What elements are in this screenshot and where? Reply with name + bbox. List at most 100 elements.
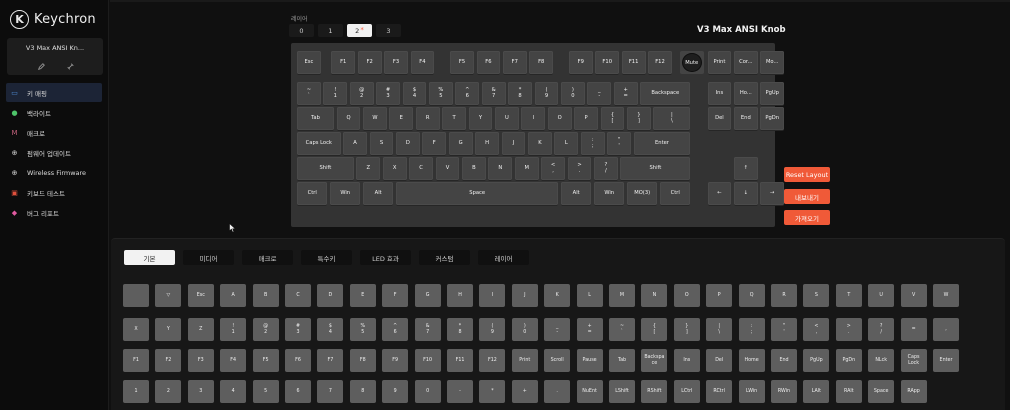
keycode-2-10[interactable]: F11 xyxy=(447,349,473,372)
key-1-1-sym[interactable]: ! 1 xyxy=(323,82,348,105)
keycode-1-18[interactable]: | \ xyxy=(706,318,733,341)
sidebar-item-4[interactable]: ⊕ Wireless Firmware xyxy=(6,163,102,182)
key-2-13-sym[interactable]: | \ xyxy=(653,107,691,130)
key-1-7-sym[interactable]: & 7 xyxy=(481,82,506,105)
keycode-3-12[interactable]: + xyxy=(511,380,538,403)
keycode-0-14[interactable]: L xyxy=(576,284,603,307)
keycode-0-12[interactable]: J xyxy=(511,284,538,307)
keycode-1-10[interactable]: * 8 xyxy=(447,318,473,341)
key-5-3-space[interactable]: Space xyxy=(396,182,559,205)
key-1-13-backspace[interactable]: Backspace xyxy=(640,82,691,105)
keycode-0-18[interactable]: P xyxy=(706,284,733,307)
keycode-0-23[interactable]: U xyxy=(868,284,895,307)
keycode-1-5[interactable]: #3 xyxy=(285,318,311,341)
key-3-8-k[interactable]: K xyxy=(528,132,552,155)
key-2-7-u[interactable]: U xyxy=(495,107,519,130)
key-0-11-f11[interactable]: F11 xyxy=(621,51,646,74)
keycode-2-22[interactable]: PgDn xyxy=(835,349,862,372)
keycode-2-2[interactable]: F3 xyxy=(187,349,214,372)
key-nav-del[interactable]: Del xyxy=(707,107,732,130)
key-2-9-o[interactable]: O xyxy=(547,107,572,130)
key-0-1-f1[interactable]: F1 xyxy=(331,51,356,74)
key-0-5-f5[interactable]: F5 xyxy=(450,51,474,74)
mute-knob[interactable]: Mute xyxy=(679,51,704,74)
keycode-3-22[interactable]: RAlt xyxy=(835,380,862,403)
key-0-2-f2[interactable]: F2 xyxy=(357,51,382,74)
key-5-0-ctrl[interactable]: Ctrl xyxy=(297,182,328,205)
key-1-4-sym[interactable]: $4 xyxy=(402,82,427,105)
key-4-10-sym[interactable]: ? / xyxy=(594,157,618,180)
keycode-0-19[interactable]: Q xyxy=(738,284,765,307)
key-0-0-esc[interactable]: Esc xyxy=(297,51,321,74)
keycode-3-2[interactable]: 3 xyxy=(187,380,214,403)
keycode-3-4[interactable]: 5 xyxy=(252,380,279,403)
keycode-1-3[interactable]: ! 1 xyxy=(220,318,247,341)
key-4-2-x[interactable]: X xyxy=(382,157,407,180)
keycode-2-0[interactable]: F1 xyxy=(123,349,149,372)
keycode-0-9[interactable]: G xyxy=(414,284,441,307)
key-5-5-win[interactable]: Win xyxy=(594,182,625,205)
keycode-3-14[interactable]: NuEnt xyxy=(576,380,603,403)
key-3-10-sym[interactable]: :; xyxy=(580,132,605,155)
keycode-3-7[interactable]: 8 xyxy=(349,380,376,403)
category-tab-3[interactable]: 특수키 xyxy=(301,250,352,265)
key-2-3-e[interactable]: E xyxy=(389,107,414,130)
sidebar-item-0[interactable]: ▭ 키 매핑 xyxy=(6,83,102,102)
key-2-11-sym[interactable]: {[ xyxy=(600,107,625,130)
sidebar-item-6[interactable]: ◆ 버그 리포트 xyxy=(6,203,102,222)
layer-tab-3[interactable]: 3 xyxy=(376,24,401,37)
keycode-1-6[interactable]: $4 xyxy=(317,318,344,341)
key-nav-ho[interactable]: Ho... xyxy=(733,82,758,105)
key-0-10-f10[interactable]: F10 xyxy=(595,51,620,74)
key-nav-pgdn[interactable]: PgDn xyxy=(760,107,785,130)
keycode-1-22[interactable]: >. xyxy=(835,318,862,341)
app-logo[interactable]: K Keychron xyxy=(10,9,96,29)
keycode-0-21[interactable]: S xyxy=(803,284,830,307)
key-3-1-a[interactable]: A xyxy=(343,132,367,155)
keycode-3-19[interactable]: LWin xyxy=(738,380,765,403)
key-2-12-sym[interactable]: }] xyxy=(627,107,651,130)
keycode-1-16[interactable]: {[ xyxy=(641,318,668,341)
keycode-0-7[interactable]: E xyxy=(349,284,376,307)
keycode-2-15[interactable]: Tab xyxy=(609,349,635,372)
reset-layout-button[interactable]: Reset Layout xyxy=(784,167,830,182)
category-tab-0[interactable]: 기본 xyxy=(124,250,175,265)
keycode-2-20[interactable]: End xyxy=(771,349,797,372)
keycode-1-2[interactable]: Z xyxy=(187,318,214,341)
keycode-0-0[interactable] xyxy=(123,284,149,307)
keycode-1-8[interactable]: ^ 6 xyxy=(382,318,409,341)
keycode-2-21[interactable]: PgUp xyxy=(803,349,830,372)
key-3-2-s[interactable]: S xyxy=(369,132,394,155)
layer-tab-2[interactable]: 2 * xyxy=(347,24,372,37)
keycode-1-9[interactable]: & 7 xyxy=(414,318,441,341)
category-tab-6[interactable]: 레이어 xyxy=(478,250,529,265)
keycode-0-3[interactable]: A xyxy=(220,284,247,307)
keycode-2-9[interactable]: F10 xyxy=(414,349,441,372)
key-nav-pgup[interactable]: PgUp xyxy=(760,82,785,105)
keycode-2-14[interactable]: Pause xyxy=(576,349,603,372)
keycode-2-8[interactable]: F9 xyxy=(382,349,409,372)
key-2-4-r[interactable]: R xyxy=(415,107,440,130)
sidebar-item-2[interactable]: M 매크로 xyxy=(6,123,102,142)
keycode-3-24[interactable]: RApp xyxy=(900,380,927,403)
keycode-2-16[interactable]: Backspa ce xyxy=(641,349,668,372)
keycode-1-20[interactable]: " ' xyxy=(771,318,797,341)
keycode-0-11[interactable]: I xyxy=(479,284,506,307)
keycode-1-23[interactable]: ? / xyxy=(868,318,895,341)
key-4-8-sym[interactable]: <, xyxy=(541,157,565,180)
keycode-3-9[interactable]: 0 xyxy=(414,380,441,403)
key-4-5-b[interactable]: B xyxy=(462,157,486,180)
key-2-0-tab[interactable]: Tab xyxy=(297,107,334,130)
keycode-2-19[interactable]: Home xyxy=(738,349,765,372)
keycode-0-2[interactable]: Esc xyxy=(187,284,214,307)
keycode-3-8[interactable]: 9 xyxy=(382,380,409,403)
key-2-8-i[interactable]: I xyxy=(521,107,546,130)
keycode-1-19[interactable]: :; xyxy=(738,318,765,341)
keycode-3-18[interactable]: RCtrl xyxy=(706,380,733,403)
keycode-1-4[interactable]: @2 xyxy=(252,318,279,341)
keycode-0-17[interactable]: O xyxy=(673,284,700,307)
keycode-0-15[interactable]: M xyxy=(609,284,635,307)
category-tab-1[interactable]: 미디어 xyxy=(183,250,234,265)
keycode-1-7[interactable]: % 5 xyxy=(349,318,376,341)
key-1-11-sym[interactable]: _ - xyxy=(587,82,612,105)
